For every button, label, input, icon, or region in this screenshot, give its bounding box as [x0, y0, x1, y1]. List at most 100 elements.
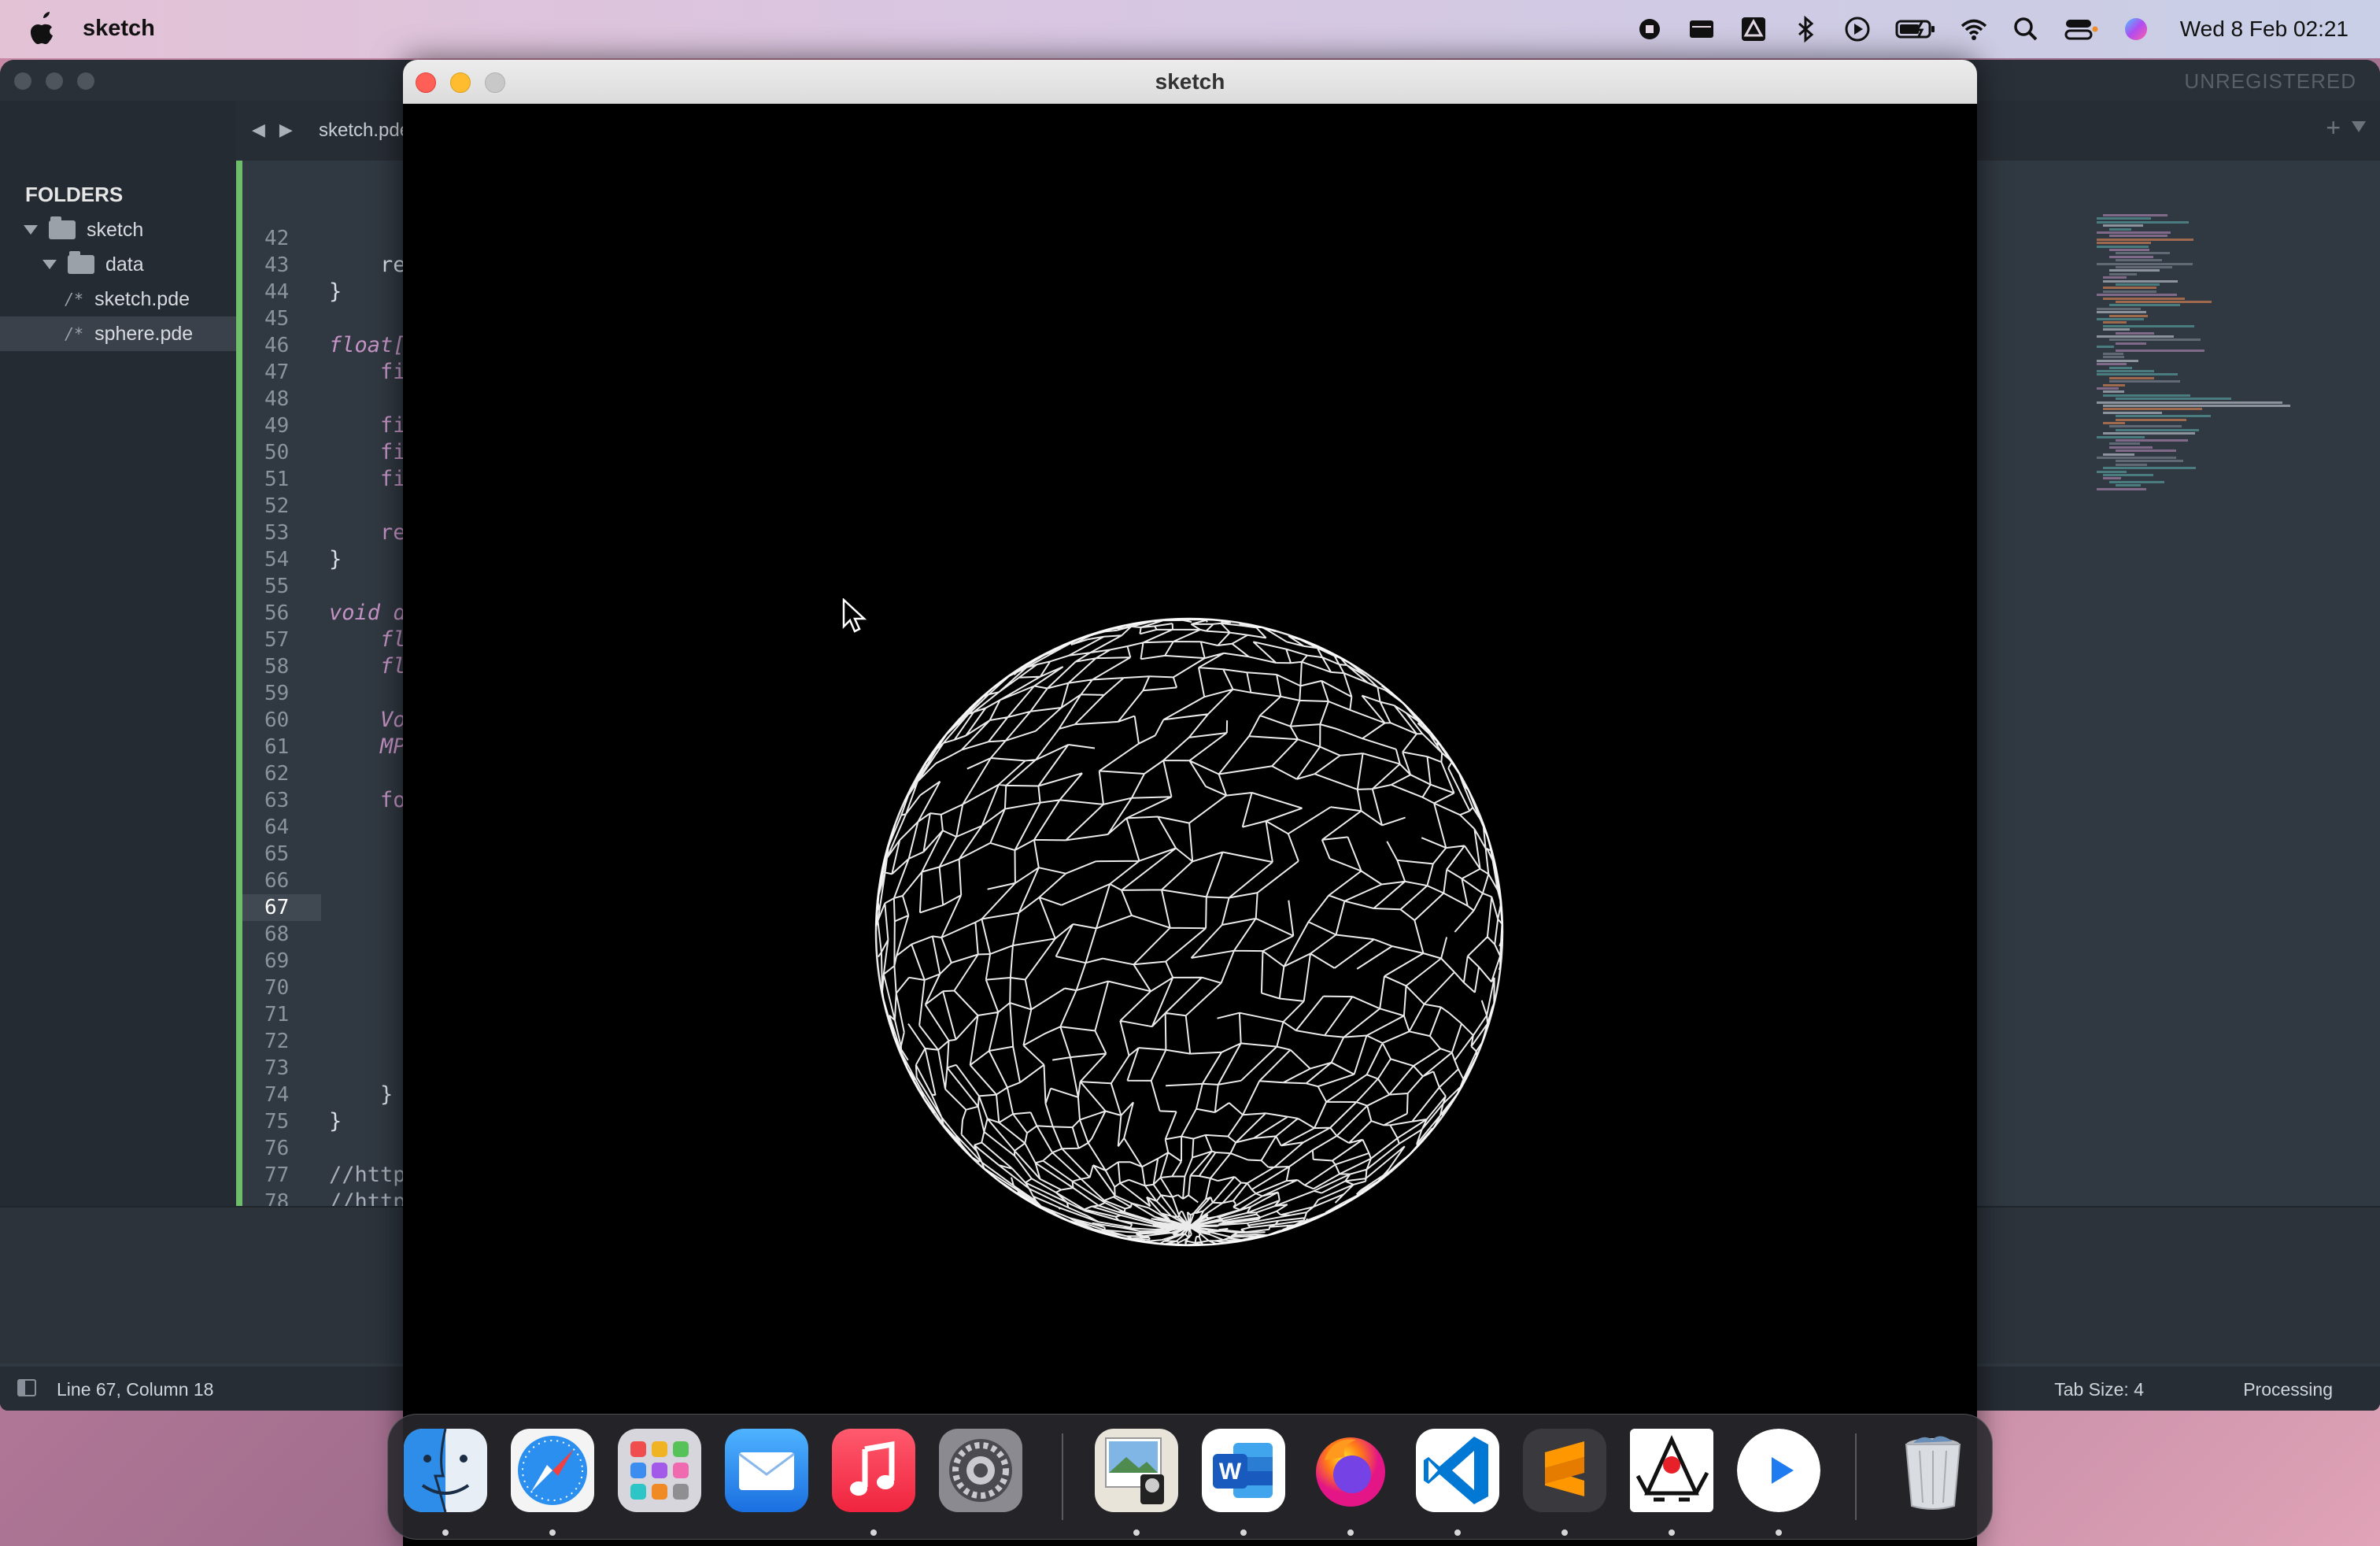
code-line: Vo	[329, 708, 406, 732]
minimap-line	[2097, 231, 2171, 234]
dock-system-settings-icon[interactable]	[939, 1429, 1022, 1512]
minimap-line	[2109, 272, 2137, 276]
tab-back-icon[interactable]: ◀	[252, 120, 265, 140]
tab-menu-chevron-down-icon[interactable]	[2352, 121, 2366, 132]
sidebar-item-data-folder[interactable]: data	[0, 247, 236, 282]
tab-sketch-pde[interactable]: sketch.pde	[319, 120, 410, 142]
control-center-icon[interactable]	[2064, 15, 2098, 43]
dock-firefox-icon[interactable]	[1309, 1429, 1392, 1512]
disclosure-triangle-icon[interactable]	[42, 260, 57, 269]
dock-safari-icon[interactable]	[511, 1429, 594, 1512]
minimap-line	[2097, 242, 2151, 245]
line-number: 64	[264, 816, 290, 839]
line-number: 63	[264, 789, 290, 812]
line-number: 71	[264, 1003, 290, 1026]
sidebar-item-sphere-pde[interactable]: /* sphere.pde	[0, 316, 236, 351]
code-line: fi	[329, 440, 406, 464]
minimap-line	[2097, 294, 2177, 297]
dock-finder-icon[interactable]	[404, 1429, 487, 1512]
dock-trash-icon[interactable]	[1891, 1429, 1975, 1512]
drive-icon[interactable]	[1739, 15, 1768, 43]
line-number: 76	[264, 1137, 290, 1160]
sidebar-item-sketch-pde[interactable]: /* sketch.pde	[0, 282, 236, 316]
dock-preview-icon[interactable]	[1095, 1429, 1178, 1512]
sidebar-item-label: sketch.pde	[94, 287, 190, 310]
sketch-window: sketch	[403, 60, 1977, 1546]
code-line: MP	[329, 734, 406, 759]
editor-close-button[interactable]	[14, 72, 31, 90]
code-line: fi	[329, 467, 406, 491]
minimap-line	[2116, 259, 2162, 262]
line-number: 43	[264, 253, 290, 277]
tab-size[interactable]: Tab Size: 4	[2054, 1379, 2144, 1400]
minimap-line	[2109, 227, 2132, 231]
dock-java-sketch-icon[interactable]	[1630, 1429, 1713, 1512]
dock-running-indicator	[1776, 1529, 1782, 1536]
dock-running-indicator	[1347, 1529, 1354, 1536]
dock-music-icon[interactable]	[832, 1429, 915, 1512]
editor-zoom-button[interactable]	[77, 72, 94, 90]
dock-quicktime-icon[interactable]	[1737, 1429, 1820, 1512]
line-number: 61	[264, 735, 290, 759]
play-icon[interactable]	[1843, 15, 1872, 43]
minimap-line	[2097, 435, 2145, 438]
sketch-window-title: sketch	[1155, 69, 1225, 94]
disclosure-triangle-icon[interactable]	[24, 225, 38, 235]
dock-word-icon[interactable]: W	[1202, 1429, 1285, 1512]
line-number: 74	[264, 1083, 290, 1107]
calendar-icon[interactable]	[1687, 15, 1716, 43]
minimap-line	[2097, 311, 2147, 314]
active-app-name[interactable]: sketch	[83, 16, 155, 42]
search-icon[interactable]	[2012, 15, 2040, 43]
sketch-titlebar[interactable]: sketch	[403, 60, 1977, 104]
dock-vscode-icon[interactable]	[1416, 1429, 1499, 1512]
new-tab-icon[interactable]: +	[2326, 113, 2341, 142]
svg-text:W: W	[1219, 1459, 1242, 1485]
sidebar-item-label: data	[105, 253, 144, 276]
minimap-line	[2116, 484, 2141, 487]
panel-toggle-icon[interactable]	[17, 1379, 36, 1396]
dock-mail-icon[interactable]	[725, 1429, 808, 1512]
minimap-line	[2116, 439, 2189, 442]
tab-forward-icon[interactable]: ▶	[279, 120, 293, 140]
editor-minimize-button[interactable]	[46, 72, 63, 90]
minimap-line	[2109, 235, 2168, 238]
line-number: 62	[264, 762, 290, 786]
minimap-line	[2097, 238, 2194, 241]
cursor-position[interactable]: Line 67, Column 18	[57, 1379, 213, 1400]
minimap-line	[2103, 214, 2168, 216]
code-line: float[	[329, 333, 406, 357]
line-number: 75	[264, 1110, 290, 1134]
minimap[interactable]	[2097, 214, 2301, 497]
apple-icon[interactable]	[27, 11, 58, 46]
bluetooth-icon[interactable]	[1791, 15, 1820, 43]
siri-icon[interactable]	[2122, 15, 2150, 43]
battery-icon[interactable]	[1895, 15, 1936, 43]
line-number: 69	[264, 949, 290, 973]
minimap-line	[2097, 245, 2149, 248]
minimap-line	[2103, 422, 2126, 424]
line-number: 50	[264, 441, 290, 464]
line-number: 45	[264, 307, 290, 331]
minimap-line	[2109, 269, 2160, 272]
mouse-cursor-icon	[842, 598, 867, 633]
minimap-line	[2103, 276, 2127, 279]
file-icon: /*	[65, 324, 84, 343]
minimap-line	[2109, 304, 2181, 307]
sketch-canvas[interactable]	[403, 104, 1977, 1546]
minimap-line	[2103, 474, 2154, 476]
dock-launchpad-icon[interactable]	[618, 1429, 701, 1512]
dock-sublime-text-icon[interactable]	[1523, 1429, 1606, 1512]
sidebar-item-sketch-folder[interactable]: sketch	[0, 213, 236, 247]
syntax-mode[interactable]: Processing	[2243, 1379, 2333, 1400]
dock-separator	[1855, 1433, 1857, 1520]
minimap-line	[2097, 217, 2151, 220]
minimap-line	[2116, 301, 2212, 303]
dock-running-indicator	[442, 1529, 449, 1536]
wifi-icon[interactable]	[1960, 15, 1988, 43]
minimap-line	[2103, 356, 2125, 359]
record-icon[interactable]	[1635, 15, 1664, 43]
sphere-wire-edges	[875, 618, 1503, 1246]
unregistered-label: UNREGISTERED	[2184, 69, 2356, 93]
menu-clock[interactable]: Wed 8 Feb 02:21	[2180, 17, 2349, 42]
